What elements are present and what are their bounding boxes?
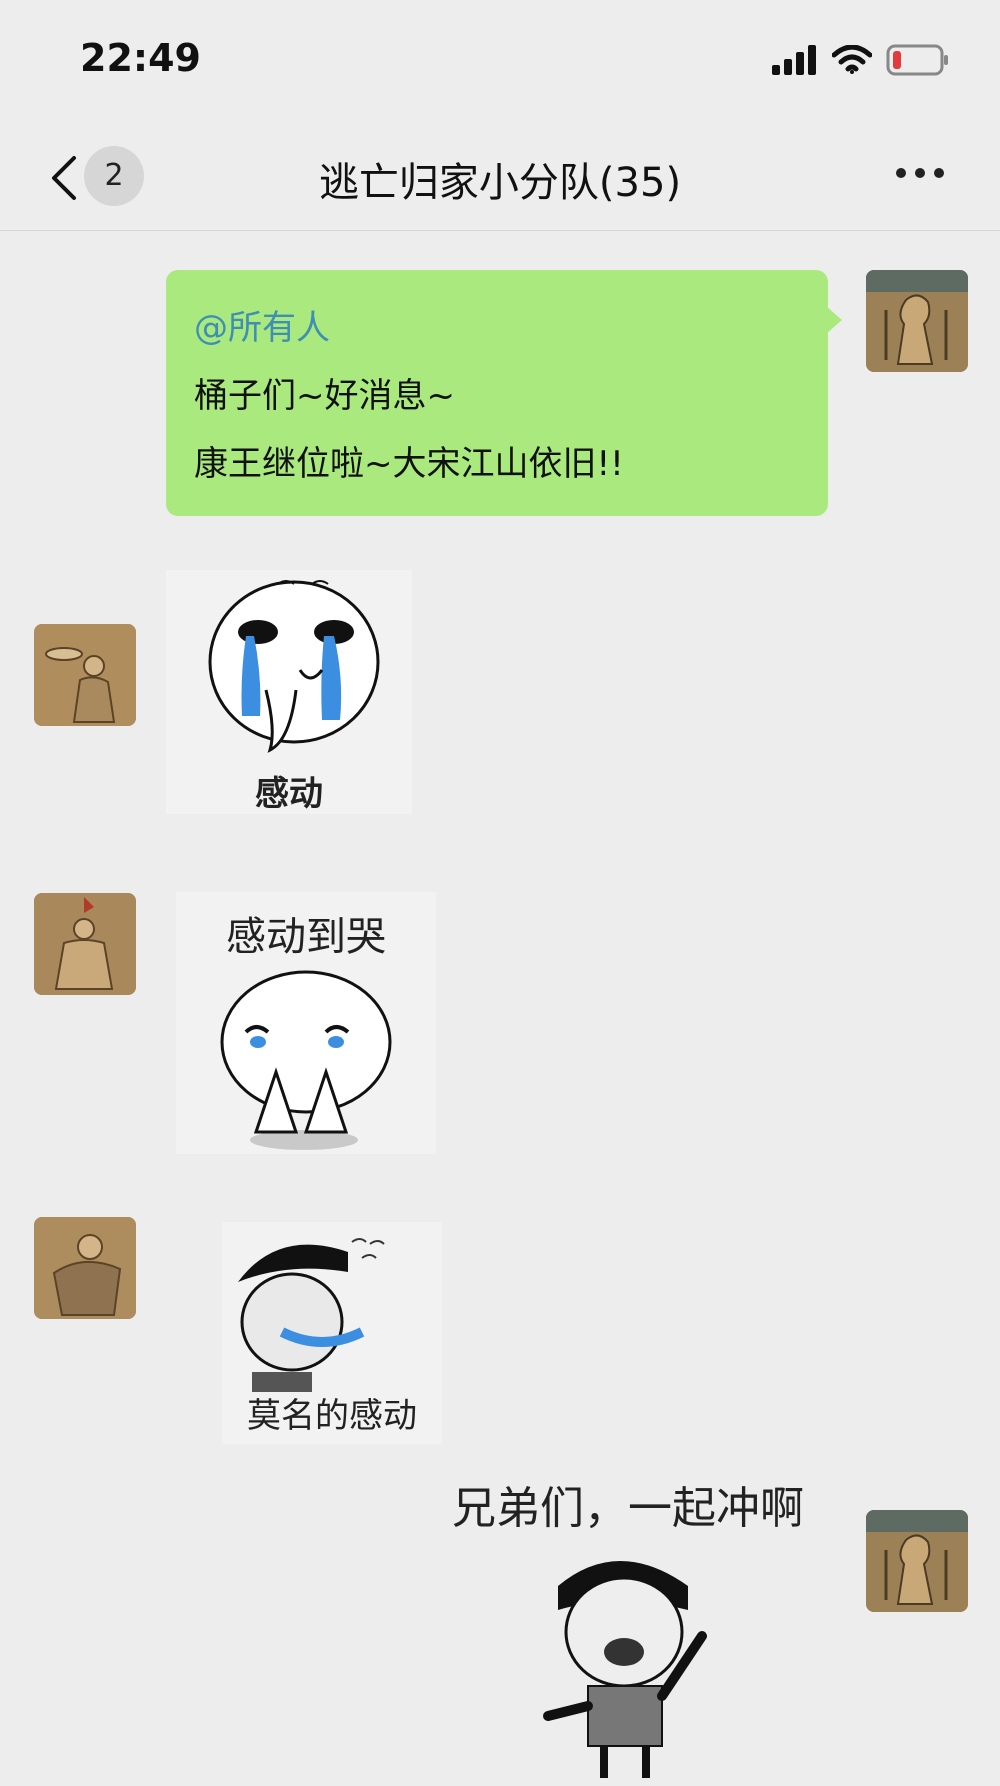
avatar[interactable]	[866, 270, 968, 372]
message-line: 桶子们~好消息~	[194, 376, 455, 416]
message-line: 康王继位啦~大宋江山依旧!!	[194, 444, 624, 484]
sticker-gandong-daoku[interactable]: 感动到哭	[176, 892, 436, 1154]
avatar[interactable]	[866, 1510, 968, 1612]
status-icons	[772, 44, 950, 76]
avatar-painting-icon	[34, 1217, 136, 1319]
crying-mushroom-head-sticker	[238, 1238, 385, 1392]
outgoing-text-bubble[interactable]: @所有人 桶子们~好消息~ 康王继位啦~大宋江山依旧!!	[166, 270, 842, 516]
avatar[interactable]	[34, 893, 136, 995]
sticker-xiongdimen-yiqi-chong[interactable]: 兄弟们，一起冲啊	[428, 1456, 828, 1786]
avatar[interactable]	[34, 1217, 136, 1319]
sticker-moming-de-gandong[interactable]: 莫名的感动	[222, 1222, 442, 1444]
status-bar: 22:49	[0, 0, 1000, 120]
avatar-painting-icon	[34, 893, 136, 995]
sticker-gandong[interactable]: 感动	[166, 570, 412, 814]
avatar-painting-icon	[866, 270, 968, 372]
crying-face-sticker	[208, 580, 380, 753]
wifi-icon	[832, 45, 872, 74]
chat-title: 逃亡归家小分队(35)	[318, 160, 682, 206]
avatar-painting-icon	[866, 1510, 968, 1612]
signal-icon	[772, 45, 816, 75]
sticker-caption: 感动	[255, 774, 323, 814]
cheering-mushroom-head-sticker	[543, 1561, 707, 1778]
status-time: 22:49	[80, 36, 201, 80]
mention-all[interactable]: @所有人	[194, 300, 330, 349]
sticker-caption: 莫名的感动	[247, 1396, 417, 1436]
avatar[interactable]	[34, 624, 136, 726]
battery-icon	[886, 44, 948, 76]
more-options-icon[interactable]	[896, 168, 944, 178]
avatar-painting-icon	[34, 624, 136, 726]
crying-blob-sticker	[220, 970, 392, 1150]
